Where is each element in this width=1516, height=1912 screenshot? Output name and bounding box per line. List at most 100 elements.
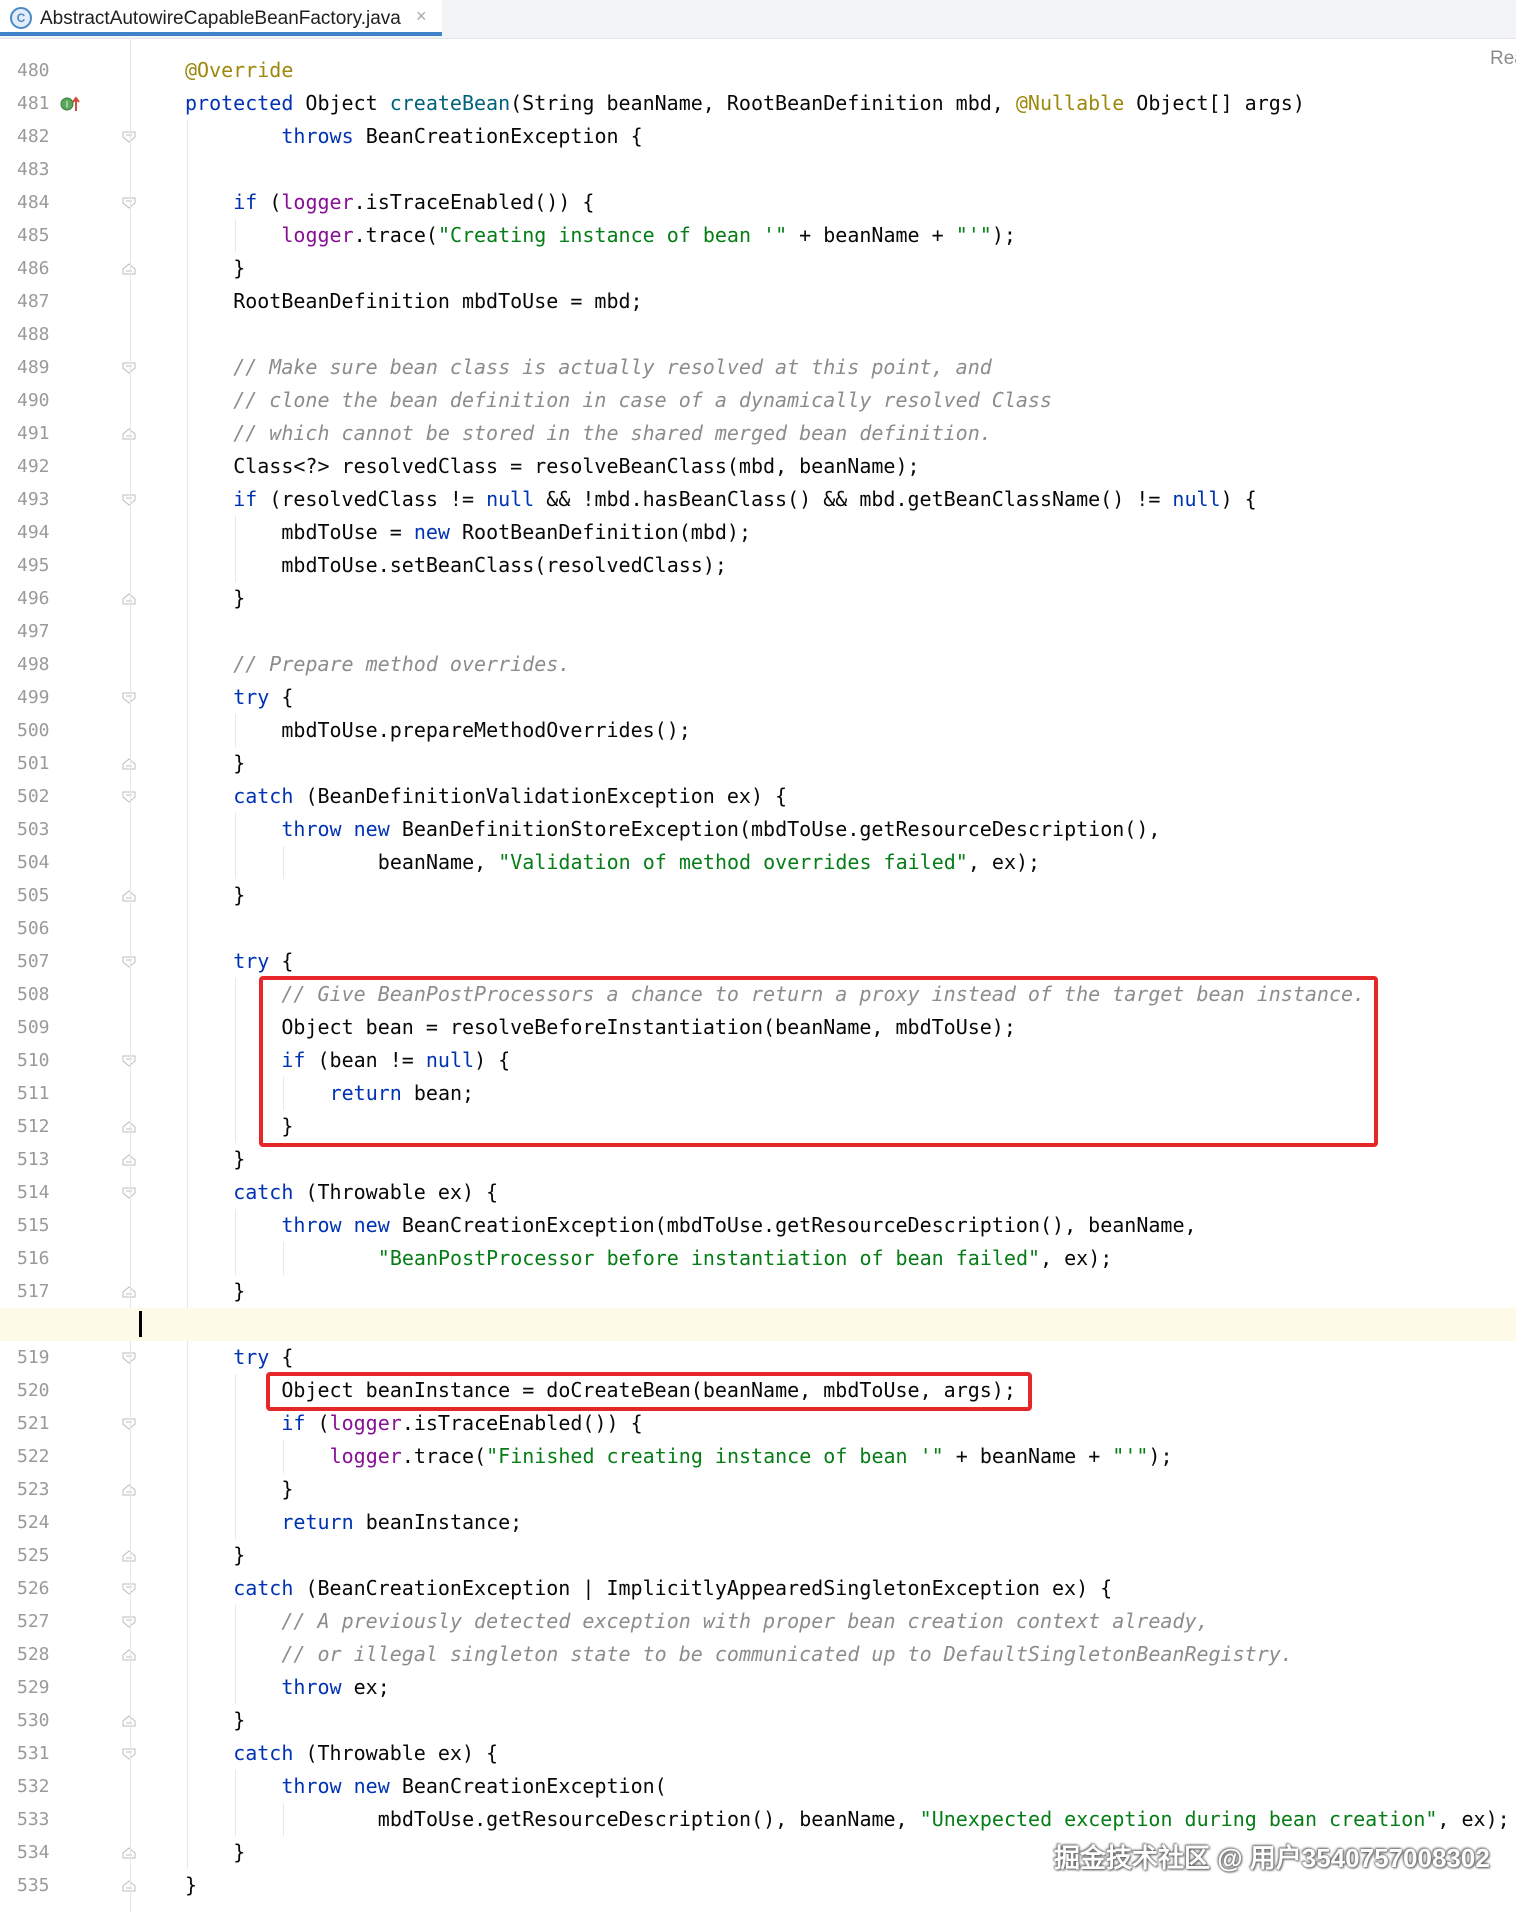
code-line[interactable]: }: [0, 879, 1516, 912]
code-token: (: [317, 1411, 330, 1435]
code-line[interactable]: try {: [0, 681, 1516, 714]
code-token: // clone the bean definition in case of …: [233, 388, 1052, 412]
code-token: catch: [233, 1180, 306, 1204]
code-token: }: [233, 586, 246, 610]
code-token: catch: [233, 784, 306, 808]
code-token: Class<?> resolvedClass = resolveBeanClas…: [233, 454, 920, 478]
code-line[interactable]: logger.trace("Creating instance of bean …: [0, 219, 1516, 252]
code-line[interactable]: if (logger.isTraceEnabled()) {: [0, 1407, 1516, 1440]
highlight-box-do-create-bean: [266, 1372, 1032, 1411]
code-line[interactable]: // or illegal singleton state to be comm…: [0, 1638, 1516, 1671]
code-text: mbdToUse.getResourceDescription(), beanN…: [378, 1803, 1510, 1836]
code-token: }: [233, 1708, 246, 1732]
code-text: }: [233, 1143, 245, 1176]
code-editor[interactable]: @Override protected Object createBean(Str…: [0, 0, 1516, 1912]
code-line[interactable]: }: [0, 252, 1516, 285]
code-token: null: [486, 487, 535, 511]
code-line[interactable]: [0, 912, 1516, 945]
code-text: Class<?> resolvedClass = resolveBeanClas…: [233, 450, 919, 483]
code-text: mbdToUse.prepareMethodOverrides();: [281, 714, 690, 747]
code-token: // or illegal singleton state to be comm…: [281, 1642, 1293, 1666]
code-line[interactable]: // A previously detected exception with …: [0, 1605, 1516, 1638]
code-text: }: [233, 1275, 245, 1308]
code-line[interactable]: }: [0, 747, 1516, 780]
code-token: (resolvedClass !=: [269, 487, 487, 511]
code-text: }: [233, 252, 245, 285]
code-text: RootBeanDefinition mbdToUse = mbd;: [233, 285, 642, 318]
code-token: {: [281, 685, 294, 709]
code-line[interactable]: [0, 318, 1516, 351]
code-line[interactable]: }: [0, 582, 1516, 615]
code-line[interactable]: throws BeanCreationException {: [0, 120, 1516, 153]
code-token: // A previously detected exception with …: [281, 1609, 1209, 1633]
code-line[interactable]: "BeanPostProcessor before instantiation …: [0, 1242, 1516, 1275]
code-line[interactable]: throw new BeanCreationException(: [0, 1770, 1516, 1803]
code-token: }: [233, 883, 246, 907]
code-line[interactable]: try {: [0, 945, 1516, 978]
code-line[interactable]: throw new BeanCreationException(mbdToUse…: [0, 1209, 1516, 1242]
code-token: logger: [329, 1444, 402, 1468]
code-token: .isTraceEnabled()) {: [353, 190, 595, 214]
code-line[interactable]: protected Object createBean(String beanN…: [0, 87, 1516, 120]
code-token: beanInstance;: [365, 1510, 523, 1534]
code-line[interactable]: // clone the bean definition in case of …: [0, 384, 1516, 417]
code-token: ex;: [353, 1675, 390, 1699]
code-line[interactable]: [0, 1308, 1516, 1341]
code-line[interactable]: throw ex;: [0, 1671, 1516, 1704]
code-line[interactable]: Class<?> resolvedClass = resolveBeanClas…: [0, 450, 1516, 483]
code-text: }: [185, 1869, 197, 1902]
code-token: new: [413, 520, 463, 544]
code-token: (: [269, 190, 282, 214]
code-token: ) {: [1220, 487, 1257, 511]
code-line[interactable]: }: [0, 1143, 1516, 1176]
code-token: (Throwable ex) {: [305, 1741, 499, 1765]
code-text: beanName, "Validation of method override…: [378, 846, 1040, 879]
code-line[interactable]: }: [0, 1539, 1516, 1572]
code-token: "'": [955, 223, 992, 247]
watermark: 掘金技术社区 @ 用户3540757008302: [1054, 1843, 1490, 1873]
code-line[interactable]: [0, 153, 1516, 186]
code-line[interactable]: }: [0, 1275, 1516, 1308]
code-line[interactable]: return beanInstance;: [0, 1506, 1516, 1539]
code-line[interactable]: mbdToUse.getResourceDescription(), beanN…: [0, 1803, 1516, 1836]
code-token: protected: [185, 91, 306, 115]
code-line[interactable]: [0, 615, 1516, 648]
code-line[interactable]: mbdToUse.setBeanClass(resolvedClass);: [0, 549, 1516, 582]
code-token: throw: [281, 1675, 354, 1699]
code-line[interactable]: // which cannot be stored in the shared …: [0, 417, 1516, 450]
code-token: (BeanCreationException | ImplicitlyAppea…: [305, 1576, 1113, 1600]
code-token: (String beanName, RootBeanDefinition mbd…: [510, 91, 1016, 115]
code-token: // which cannot be stored in the shared …: [233, 421, 992, 445]
code-text: throw new BeanCreationException(: [281, 1770, 666, 1803]
code-text: catch (Throwable ex) {: [233, 1176, 498, 1209]
code-line[interactable]: }: [0, 1704, 1516, 1737]
code-line[interactable]: catch (Throwable ex) {: [0, 1176, 1516, 1209]
code-text: throws BeanCreationException {: [281, 120, 642, 153]
code-line[interactable]: @Override: [0, 54, 1516, 87]
code-line[interactable]: RootBeanDefinition mbdToUse = mbd;: [0, 285, 1516, 318]
code-line[interactable]: catch (BeanDefinitionValidationException…: [0, 780, 1516, 813]
code-text: if (resolvedClass != null && !mbd.hasBea…: [233, 483, 1257, 516]
code-line[interactable]: beanName, "Validation of method override…: [0, 846, 1516, 879]
code-token: BeanCreationException(mbdToUse.getResour…: [401, 1213, 1197, 1237]
code-line[interactable]: try {: [0, 1341, 1516, 1374]
code-token: , ex);: [1437, 1807, 1510, 1831]
code-token: "'": [1112, 1444, 1149, 1468]
code-line[interactable]: // Prepare method overrides.: [0, 648, 1516, 681]
code-line[interactable]: }: [0, 1473, 1516, 1506]
code-token: BeanCreationException {: [365, 124, 643, 148]
code-line[interactable]: throw new BeanDefinitionStoreException(m…: [0, 813, 1516, 846]
code-token: RootBeanDefinition mbdToUse = mbd;: [233, 289, 643, 313]
code-text: protected Object createBean(String beanN…: [185, 87, 1305, 120]
code-line[interactable]: mbdToUse = new RootBeanDefinition(mbd);: [0, 516, 1516, 549]
code-line[interactable]: if (logger.isTraceEnabled()) {: [0, 186, 1516, 219]
code-line[interactable]: logger.trace("Finished creating instance…: [0, 1440, 1516, 1473]
code-text: try {: [233, 1341, 293, 1374]
code-line[interactable]: mbdToUse.prepareMethodOverrides();: [0, 714, 1516, 747]
code-line[interactable]: // Make sure bean class is actually reso…: [0, 351, 1516, 384]
code-token: }: [233, 1147, 246, 1171]
code-line[interactable]: catch (Throwable ex) {: [0, 1737, 1516, 1770]
code-line[interactable]: catch (BeanCreationException | Implicitl…: [0, 1572, 1516, 1605]
code-line[interactable]: if (resolvedClass != null && !mbd.hasBea…: [0, 483, 1516, 516]
code-text: "BeanPostProcessor before instantiation …: [378, 1242, 1113, 1275]
